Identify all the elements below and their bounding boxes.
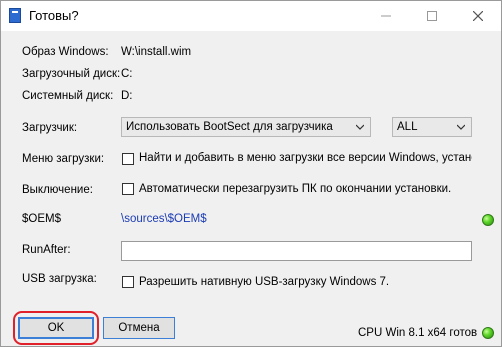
window-title: Готовы? [29, 8, 79, 23]
bootloader-select[interactable]: Использовать BootSect для загрузчика [121, 117, 371, 137]
ok-button[interactable]: OK [18, 317, 94, 339]
system-disk-label: Системный диск: [22, 90, 114, 102]
image-label: Образ Windows: [22, 46, 109, 58]
system-disk-value: D: [121, 90, 133, 102]
usb-label: USB загрузка: [22, 273, 97, 285]
boot-disk-value: C: [121, 68, 133, 80]
oem-status-icon [482, 214, 494, 226]
run-after-input[interactable] [121, 241, 472, 261]
boot-menu-label: Меню загрузки: [22, 153, 105, 165]
app-icon [9, 8, 21, 23]
boot-menu-label-clip: Найти и добавить в меню загрузки все вер… [139, 152, 472, 168]
oem-label: $OEM$ [22, 213, 61, 225]
boot-menu-checkbox[interactable] [122, 153, 134, 165]
boot-disk-label: Загрузочный диск: [22, 68, 121, 80]
shutdown-checkbox[interactable] [122, 183, 134, 195]
chevron-down-icon [457, 124, 465, 130]
bootloader-target-value: ALL [397, 121, 418, 133]
maximize-icon[interactable] [409, 1, 455, 31]
shutdown-label: Выключение: [22, 184, 93, 196]
chevron-down-icon [356, 124, 364, 130]
cancel-button[interactable]: Отмена [103, 317, 175, 339]
bootloader-target-select[interactable]: ALL [392, 117, 472, 137]
bootloader-select-value: Использовать BootSect для загрузчика [126, 121, 333, 133]
dialog-window: Готовы? Образ Windows: W:\install.wim За… [0, 0, 502, 347]
boot-menu-checkbox-label: Найти и добавить в меню загрузки все вер… [139, 152, 472, 164]
shutdown-checkbox-label: Автоматически перезагрузить ПК по оконча… [139, 183, 452, 195]
oem-path-link[interactable]: \sources\$OEM$ [121, 213, 207, 225]
status-text: CPU Win 8.1 x64 готов [358, 327, 478, 339]
image-value: W:\install.wim [121, 46, 192, 58]
usb-checkbox-label: Разрешить нативную USB-загрузку Windows … [139, 276, 390, 288]
ready-status-icon [482, 327, 494, 339]
minimize-icon[interactable] [363, 1, 409, 31]
close-icon[interactable] [455, 1, 501, 31]
title-bar[interactable]: Готовы? [1, 1, 501, 31]
usb-checkbox[interactable] [122, 276, 134, 288]
bootloader-label: Загрузчик: [22, 122, 78, 134]
run-after-label: RunAfter: [22, 244, 71, 256]
